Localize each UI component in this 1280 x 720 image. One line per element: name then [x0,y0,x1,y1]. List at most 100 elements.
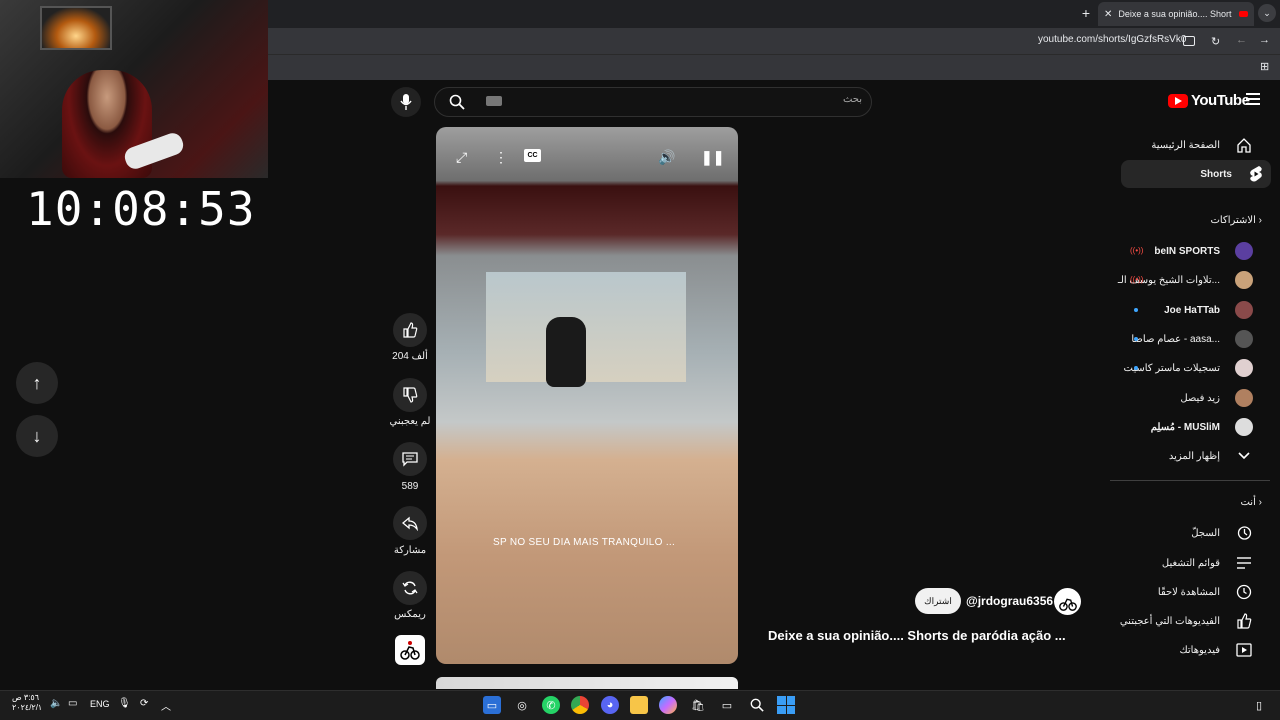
microphone-icon [400,94,412,110]
previous-video-button[interactable]: ↑ [16,362,58,404]
chevron-down-icon [1234,446,1254,466]
video-title[interactable]: Deixe a sua opinião.... Shorts de paródi… [768,628,1066,643]
channel-thumbnail[interactable] [395,635,425,665]
language-indicator[interactable]: ENG [90,699,110,709]
search-button[interactable] [440,90,474,114]
reload-icon[interactable]: ↻ [1211,35,1220,48]
subscriptions-header-label: الاشتراكات [1210,215,1256,226]
notifications-icon[interactable]: ▯ [1250,696,1268,714]
sidebar-item-playlists[interactable]: قوائم التشغيل [1110,549,1270,577]
live-indicator-icon: ((•)) [1130,275,1144,284]
volume-tray-icon[interactable]: 🔈 [50,698,62,709]
forward-icon[interactable]: → [1259,34,1270,46]
file-explorer-icon[interactable] [630,696,648,714]
subscribe-button[interactable]: اشتراك [915,588,961,614]
channel-avatar-icon [1234,300,1254,320]
more-options-icon[interactable]: ⋮ [494,149,508,166]
comments-button[interactable] [393,442,427,476]
like-count: 204 ألف [392,351,428,362]
voice-search-button[interactable] [391,87,421,117]
sync-tray-icon[interactable]: ⟳ [140,698,148,709]
browser-tab[interactable]: ✕ Deixe a sua opinião.... Short [1098,2,1254,26]
chevron-up-icon[interactable]: ︿ [161,698,171,713]
new-content-dot-icon [1134,366,1138,370]
sidebar-item-label: Joe HaTTab [1164,304,1220,316]
terminal-icon[interactable]: ▭ [718,696,736,714]
sidebar-item-home[interactable]: الصفحة الرئيسية [1110,131,1270,159]
channel-avatar[interactable] [1054,588,1081,615]
remix-label: ريمكس [394,609,426,620]
close-tab-icon[interactable]: ✕ [1104,9,1112,20]
you-header-label: أنت [1240,497,1256,508]
remix-button[interactable] [393,571,427,605]
playlists-icon [1234,553,1254,573]
discord-icon[interactable]: ◕ [601,696,619,714]
tab-menu-button[interactable]: ⌄ [1258,4,1276,22]
steam-icon[interactable]: ◎ [513,696,531,714]
microphone-tray-icon[interactable]: 🎙 [118,698,131,709]
channel-avatar-icon [1234,270,1254,290]
new-content-dot-icon [1134,337,1138,341]
sidebar-item-shorts[interactable]: Shorts [1121,160,1271,188]
copilot-icon[interactable] [659,696,677,714]
search-taskbar-icon[interactable] [748,696,766,714]
sidebar-subscription-item[interactable]: ((•)) beIN SPORTS [1110,237,1270,265]
sidebar-item-liked-videos[interactable]: الفيديوهات التي أعجبتني [1110,607,1270,635]
you-header[interactable]: أنت › [1110,497,1262,508]
taskbar-date: ٢٠٢٤/٢/١ [12,703,43,712]
thumbs-up-icon [403,322,418,338]
whatsapp-icon[interactable]: ✆ [542,696,560,714]
task-view-icon[interactable]: ▭ [483,696,501,714]
like-button[interactable] [393,313,427,347]
new-content-dot-icon [1134,308,1138,312]
captions-button[interactable]: CC [524,149,541,162]
share-button[interactable] [393,506,427,540]
menu-icon[interactable] [1246,93,1260,105]
sidebar-subscription-item[interactable]: عصام صاصا - aasa... [1110,325,1270,353]
sidebar-subscription-item[interactable]: Joe HaTTab [1110,296,1270,324]
network-tray-icon[interactable]: ▭ [68,698,77,709]
sidebar-item-your-videos[interactable]: فيديوهاتك [1110,636,1270,664]
next-video-button[interactable]: ↓ [16,415,58,457]
dislike-button[interactable] [393,378,427,412]
sidebar-subscription-item[interactable]: زيد فيصل [1110,384,1270,412]
shorts-video-player[interactable]: ⤢ ⋮ CC 🔊 ❚❚ [436,127,738,664]
url-field[interactable]: youtube.com/shorts/IgGzfsRsVk0 [1038,34,1186,45]
keyboard-icon[interactable] [486,96,502,106]
store-icon[interactable]: 🛍 [689,696,707,714]
shorts-icon [1246,164,1266,184]
show-more-button[interactable]: إظهار المزيد [1110,442,1270,470]
chevron-right-icon: › [1258,215,1262,226]
back-icon[interactable]: ← [1236,34,1247,46]
share-icon [402,516,418,531]
new-tab-button[interactable]: + [1078,5,1094,21]
arrow-down-icon: ↓ [32,425,42,446]
pause-icon[interactable]: ❚❚ [701,149,724,166]
next-short-preview[interactable] [436,677,738,689]
sidebar-item-label: قوائم التشغيل [1161,557,1220,569]
channel-handle[interactable]: @jrdograu6356 [966,594,1053,608]
stream-clock: 10:08:53 [26,182,256,236]
channel-avatar-icon [1234,329,1254,349]
arrow-up-icon: ↑ [32,372,42,393]
sidebar: الصفحة الرئيسية Shorts الاشتراكات › ((•)… [1110,130,1280,690]
site-settings-icon[interactable] [1183,36,1195,46]
windows-start-icon[interactable] [777,696,795,714]
taskbar-clock[interactable]: ٣:٥٦ ص ٢٠٢٤/٢/١ [12,693,42,713]
motorcycle-logo-icon [400,641,420,660]
sidebar-subscription-item[interactable]: تسجيلات ماستر كاسيت [1110,354,1270,382]
youtube-play-icon [1168,93,1188,108]
subscriptions-header[interactable]: الاشتراكات › [1110,215,1262,226]
sidebar-item-watch-later[interactable]: المشاهدة لاحقًا [1110,578,1270,606]
youtube-logo[interactable]: YouTube [1168,92,1250,109]
sidebar-item-history[interactable]: السجلّ [1110,519,1270,547]
chrome-icon[interactable] [571,696,589,714]
volume-icon[interactable]: 🔊 [658,149,675,166]
sidebar-item-label: الفيديوهات التي أعجبتني [1119,615,1220,627]
apps-grid-icon[interactable]: ⊞ [1260,60,1269,73]
home-icon [1234,135,1254,155]
sidebar-subscription-item[interactable]: مُسلِم - MUSliM [1110,413,1270,441]
search-icon [449,94,465,110]
fullscreen-icon[interactable]: ⤢ [456,149,467,166]
sidebar-subscription-item[interactable]: ((•)) تلاوات الشيخ يوسف الـ... [1110,266,1270,294]
